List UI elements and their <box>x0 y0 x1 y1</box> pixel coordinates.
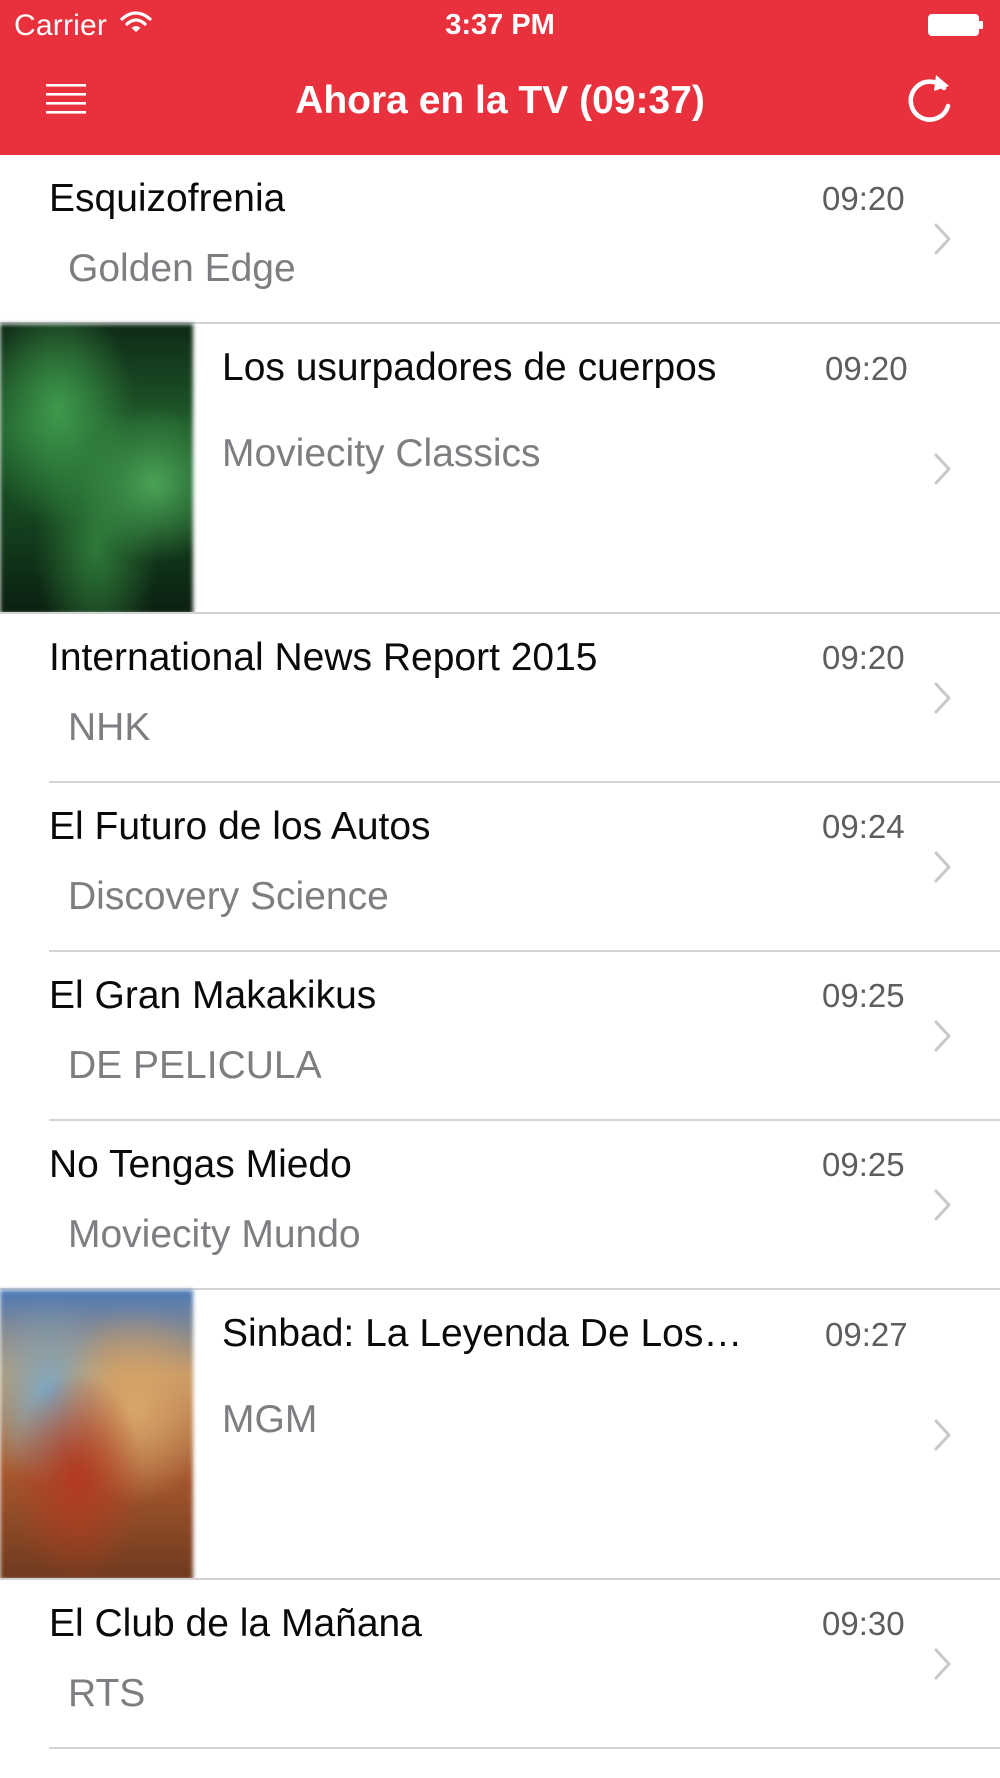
program-time: 09:20 <box>825 350 908 387</box>
page-title: Ahora en la TV (09:37) <box>295 79 705 122</box>
program-thumbnail <box>0 1290 193 1580</box>
program-time: 09:20 <box>822 180 905 217</box>
program-channel: DE PELICULA <box>68 1044 322 1087</box>
program-title: International News Report 2015 <box>49 636 598 679</box>
chevron-right-icon <box>934 1189 951 1221</box>
status-bar: Carrier 3:37 PM <box>0 0 1000 50</box>
row-separator <box>49 1747 1000 1749</box>
program-time: 09:25 <box>822 977 905 1014</box>
program-row[interactable]: Los usurpadores de cuerpos Moviecity Clas… <box>0 324 1000 614</box>
program-title: Esquizofrenia <box>49 177 286 220</box>
program-row[interactable]: Esquizofrenia Golden Edge 09:20 <box>0 155 1000 324</box>
program-title: No Tengas Miedo <box>49 1143 352 1186</box>
program-row[interactable]: International News Report 2015 NHK 09:20 <box>0 614 1000 783</box>
refresh-icon[interactable] <box>900 72 960 132</box>
program-time: 09:30 <box>822 1605 905 1642</box>
program-title: El Club de la Mañana <box>49 1602 422 1645</box>
program-row[interactable]: El Gran Makakikus DE PELICULA 09:25 <box>0 952 1000 1121</box>
program-time: 09:27 <box>825 1316 908 1353</box>
status-time: 3:37 PM <box>445 9 555 41</box>
program-time: 09:24 <box>822 808 905 845</box>
chevron-right-icon <box>934 1648 951 1680</box>
navigation-bar: Carrier 3:37 PM Ahora en la TV (09:37) <box>0 0 1000 155</box>
program-title: Sinbad: La Leyenda De Los… <box>222 1312 743 1355</box>
chevron-right-icon <box>934 851 951 883</box>
program-list: Esquizofrenia Golden Edge 09:20 Los usurpad… <box>0 155 1000 1749</box>
chevron-right-icon <box>934 1419 951 1451</box>
program-thumbnail <box>0 324 193 614</box>
chevron-right-icon <box>934 1020 951 1052</box>
program-channel: Discovery Science <box>68 875 389 918</box>
program-row[interactable]: No Tengas Miedo Moviecity Mundo 09:25 <box>0 1121 1000 1290</box>
program-row[interactable]: Sinbad: La Leyenda De Los… MGM 09:27 <box>0 1290 1000 1580</box>
program-title: Los usurpadores de cuerpos <box>222 346 717 389</box>
program-time: 09:25 <box>822 1146 905 1183</box>
program-time: 09:20 <box>822 639 905 676</box>
chevron-right-icon <box>934 223 951 255</box>
program-channel: MGM <box>222 1398 318 1441</box>
battery-icon <box>928 14 983 36</box>
program-channel: Moviecity Mundo <box>68 1213 361 1256</box>
chevron-right-icon <box>934 682 951 714</box>
program-channel: NHK <box>68 706 151 749</box>
chevron-right-icon <box>934 453 951 485</box>
program-row[interactable]: El Club de la Mañana RTS 09:30 <box>0 1580 1000 1749</box>
program-channel: Golden Edge <box>68 247 296 290</box>
program-channel: RTS <box>68 1672 146 1715</box>
program-title: El Gran Makakikus <box>49 974 377 1017</box>
program-row[interactable]: El Futuro de los Autos Discovery Science 0… <box>0 783 1000 952</box>
program-title: El Futuro de los Autos <box>49 805 431 848</box>
program-channel: Moviecity Classics <box>222 432 541 475</box>
